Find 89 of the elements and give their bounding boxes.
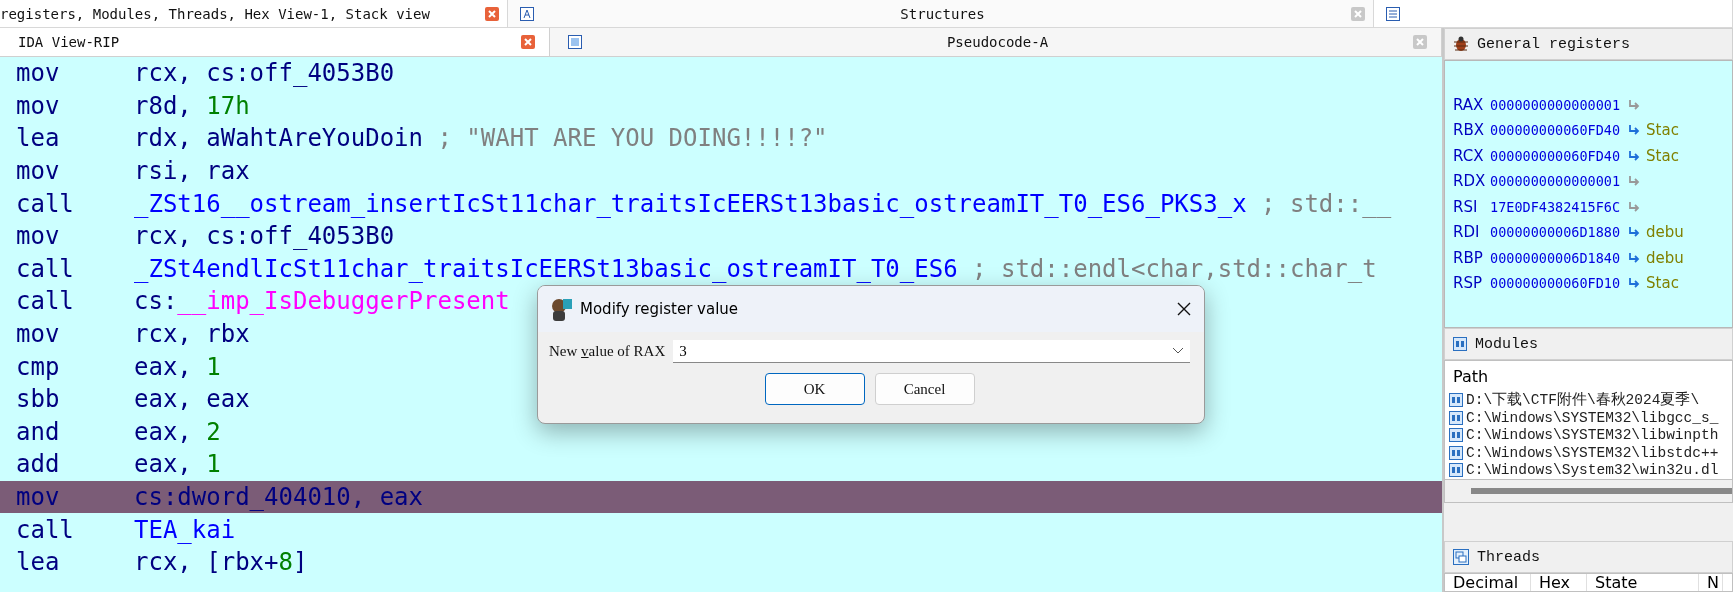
mnemonic: add bbox=[16, 450, 61, 479]
operand: rcx, rbx bbox=[134, 320, 250, 349]
register-target: debu bbox=[1646, 223, 1684, 242]
column-header: State bbox=[1587, 574, 1699, 591]
mnemonic: mov bbox=[16, 222, 61, 251]
operand: rdx, aWahtAreYouDoin ; "WAHT ARE YOU DOING!!!!?" bbox=[134, 124, 828, 153]
register-value[interactable]: 000000000060FD40 bbox=[1490, 122, 1621, 139]
operand: r8d, 17h bbox=[134, 91, 250, 120]
operand: rcx, cs:off_4053B0 bbox=[134, 59, 395, 88]
mnemonic: mov bbox=[16, 320, 61, 349]
module-path[interactable]: C:\Windows\System32\win32u.dl bbox=[1466, 462, 1719, 479]
register-name: RDX bbox=[1453, 172, 1487, 191]
register-name: RSP bbox=[1453, 274, 1483, 293]
module-icon bbox=[1449, 392, 1463, 407]
mnemonic: and bbox=[16, 417, 61, 446]
mnemonic: mov bbox=[16, 157, 61, 186]
value-combobox[interactable]: 3 bbox=[673, 340, 1190, 363]
module-icon bbox=[1449, 463, 1463, 478]
register-value[interactable]: 000000000060FD10 bbox=[1490, 275, 1621, 292]
document-icon bbox=[568, 35, 582, 49]
mnemonic: sbb bbox=[16, 385, 61, 414]
module-path[interactable]: C:\Windows\SYSTEM32\libgcc_s_ bbox=[1466, 409, 1719, 426]
register-name: RDI bbox=[1453, 223, 1481, 242]
register-value[interactable]: 17E0DF4382415F6C bbox=[1490, 198, 1621, 215]
operand: TEA_kai bbox=[134, 515, 236, 544]
module-icon bbox=[1449, 445, 1463, 460]
field-label: New value of RAX bbox=[549, 343, 666, 360]
mnemonic: call bbox=[16, 254, 75, 283]
mnemonic: call bbox=[16, 287, 75, 316]
mnemonic: mov bbox=[16, 91, 61, 120]
mnemonic: mov bbox=[16, 59, 61, 88]
register-name: RAX bbox=[1453, 95, 1485, 114]
column-header: Path bbox=[1452, 366, 1490, 388]
operand: rcx, [rbx+8] bbox=[134, 548, 308, 577]
module-path[interactable]: D:\下载\CTF附件\春秋2024夏季\ bbox=[1466, 390, 1700, 409]
tab[interactable]: Structures bbox=[508, 0, 1374, 27]
mnemonic: lea bbox=[16, 548, 61, 577]
mnemonic: cmp bbox=[16, 352, 61, 381]
mnemonic: lea bbox=[16, 124, 61, 153]
register-value[interactable]: 00000000006D1880 bbox=[1490, 224, 1621, 241]
chevron-down-icon[interactable] bbox=[1172, 347, 1184, 355]
register-value[interactable]: 0000000000000001 bbox=[1490, 96, 1621, 113]
column-header: Decimal bbox=[1445, 574, 1531, 591]
bug-icon bbox=[1453, 36, 1469, 52]
register-name: RSI bbox=[1453, 197, 1479, 216]
register-value[interactable]: 00000000006D1840 bbox=[1490, 249, 1621, 266]
close-icon[interactable] bbox=[1176, 301, 1192, 317]
module-icon bbox=[1453, 337, 1467, 351]
operand: _ZSt4endlIcSt11char_traitsIcEERSt13basic_ostreamIT_T0_ES6 ; std::endl<char,std::char_t bbox=[134, 254, 1377, 283]
register-target: Stac bbox=[1646, 121, 1679, 140]
register-name: RBX bbox=[1453, 121, 1485, 140]
module-icon bbox=[1449, 410, 1463, 425]
operand: rsi, rax bbox=[134, 157, 250, 186]
dialog-title: Modify register value bbox=[580, 300, 740, 318]
operand: eax, 1 bbox=[134, 450, 221, 479]
module-path[interactable]: C:\Windows\SYSTEM32\libstdc++ bbox=[1466, 444, 1719, 461]
mnemonic: call bbox=[16, 515, 75, 544]
operand: rcx, cs:off_4053B0 bbox=[134, 222, 395, 251]
dialog-button[interactable]: OK bbox=[764, 373, 865, 405]
operand: _ZSt16__ostream_insertIcSt11char_traitsIcEERSt13basic_ostreamIT_T0_ES6_PKS3_x ; std::__ bbox=[134, 189, 1392, 218]
module-icon bbox=[1449, 428, 1463, 443]
column-header: N bbox=[1699, 574, 1723, 591]
panel-title: Threads bbox=[1477, 548, 1540, 566]
register-target: Stac bbox=[1646, 274, 1679, 293]
register-value[interactable]: 000000000060FD40 bbox=[1490, 147, 1621, 164]
tab[interactable]: IDA View-RIP bbox=[0, 28, 550, 56]
mnemonic: call bbox=[16, 189, 75, 218]
register-name: RCX bbox=[1453, 146, 1485, 165]
operand: eax, 2 bbox=[134, 417, 221, 446]
panel-title: Modules bbox=[1475, 335, 1538, 353]
windows-icon bbox=[1453, 549, 1469, 565]
column-header: Hex bbox=[1531, 574, 1587, 591]
operand: eax, eax bbox=[134, 385, 250, 414]
register-target: Stac bbox=[1646, 146, 1679, 165]
tab[interactable]: registers, Modules, Threads, Hex View-1, Stack view bbox=[0, 0, 508, 27]
module-path[interactable]: C:\Windows\SYSTEM32\libwinpth bbox=[1466, 427, 1719, 444]
letter-icon bbox=[520, 6, 534, 21]
list-icon bbox=[1386, 6, 1400, 21]
register-value[interactable]: 0000000000000001 bbox=[1490, 173, 1621, 190]
mnemonic: mov bbox=[16, 483, 61, 511]
app-icon bbox=[550, 297, 572, 321]
dialog-button[interactable]: Cancel bbox=[874, 373, 975, 405]
scrollbar-thumb[interactable] bbox=[1471, 488, 1732, 494]
operand: cs:__imp_IsDebuggerPresent bbox=[134, 287, 510, 316]
panel-title: General registers bbox=[1477, 35, 1631, 53]
register-name: RBP bbox=[1453, 248, 1484, 267]
operand: cs:dword_404010, eax bbox=[134, 483, 423, 511]
operand: eax, 1 bbox=[134, 352, 221, 381]
register-target: debu bbox=[1646, 248, 1684, 267]
